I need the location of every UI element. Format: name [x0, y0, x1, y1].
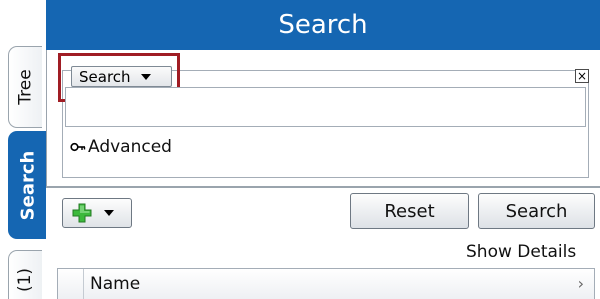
advanced-toggle[interactable]: Advanced: [70, 137, 172, 157]
reset-button[interactable]: Reset: [350, 193, 469, 229]
row-selector-column: [58, 269, 84, 299]
key-icon: [70, 142, 86, 152]
results-table-header: Name ›: [57, 268, 595, 299]
column-header-name[interactable]: Name: [90, 274, 140, 294]
section-divider: [46, 186, 600, 188]
tab-tree[interactable]: Tree: [8, 46, 42, 128]
chevron-right-icon[interactable]: ›: [578, 274, 584, 293]
chevron-down-icon: [104, 210, 114, 216]
field-selector-dropdown[interactable]: Search: [71, 66, 172, 87]
advanced-label: Advanced: [88, 137, 172, 157]
close-icon[interactable]: ×: [575, 69, 589, 83]
search-button[interactable]: Search: [478, 193, 595, 229]
tab-tree-label: Tree: [15, 69, 36, 105]
add-criteria-button[interactable]: [62, 198, 132, 228]
tab-results-count-label: (1): [15, 267, 36, 293]
search-value-input[interactable]: [65, 87, 586, 127]
tab-search-label: Search: [17, 150, 38, 220]
plus-icon: [72, 203, 92, 223]
field-selector-label: Search: [79, 67, 131, 86]
panel-header: Search: [46, 0, 600, 50]
chevron-down-icon: [140, 73, 151, 80]
show-details-link[interactable]: Show Details: [466, 242, 576, 262]
page-title: Search: [278, 10, 368, 40]
search-view: Tree Search (1) Search Search × Advanced: [0, 0, 600, 299]
tab-results-count[interactable]: (1): [8, 250, 42, 299]
tab-search[interactable]: Search: [8, 131, 46, 239]
